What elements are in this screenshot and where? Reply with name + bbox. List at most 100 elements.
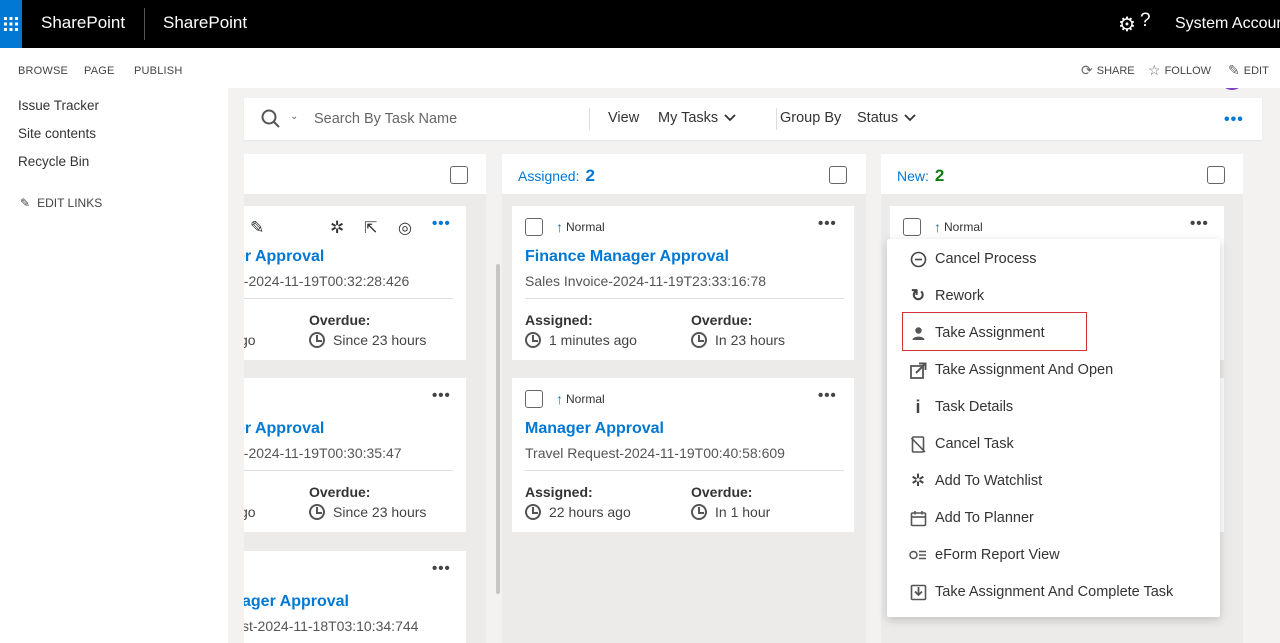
task-title[interactable]: er Approval (244, 248, 324, 266)
edit-links-button[interactable]: ✎ EDIT LINKS (20, 196, 102, 210)
task-card[interactable]: ↑ Normal ••• Manager Approval Travel Req… (512, 378, 854, 532)
assigned-label: Assigned: (525, 484, 593, 500)
card-checkbox[interactable] (525, 390, 543, 408)
edit-button[interactable]: ✎ EDIT (1228, 62, 1269, 79)
menu-item-eform-report-view[interactable]: eForm Report View (887, 537, 1220, 573)
edit-icon[interactable]: ✎ (250, 218, 264, 238)
more-options-button[interactable]: ••• (1224, 111, 1244, 129)
menu-item-label: Cancel Task (935, 436, 1014, 452)
card-checkbox[interactable] (903, 218, 921, 236)
menu-item-task-details[interactable]: i Task Details (887, 389, 1220, 425)
card-more-button[interactable]: ••• (432, 560, 451, 577)
assigned-value: 22 hours ago (525, 504, 631, 520)
overdue-value: In 23 hours (691, 332, 785, 348)
task-card[interactable]: ••• ager Approval st-2024-11-18T03:10:34… (244, 551, 466, 643)
brand-divider (144, 8, 145, 40)
suite-bar: SharePoint SharePoint ⚙ ? System Account (0, 0, 1280, 48)
toolbar-divider (589, 108, 590, 130)
task-card[interactable]: ✎ ✲ ⇱ ◎ ••• er Approval n-2024-11-19T00:… (244, 206, 466, 360)
overdue-text: Since 23 hours (333, 332, 427, 348)
task-subtitle: n-2024-11-19T00:32:28:426 (244, 273, 410, 289)
menu-item-cancel-process[interactable]: Cancel Process (887, 241, 1220, 277)
menu-item-add-to-planner[interactable]: Add To Planner (887, 500, 1220, 536)
menu-item-label: Task Details (935, 399, 1014, 415)
card-more-button[interactable]: ••• (432, 215, 451, 232)
menu-item-take-assignment-open[interactable]: Take Assignment And Open (887, 352, 1220, 388)
arrow-up-icon: ↑ (556, 391, 563, 407)
card-more-button[interactable]: ••• (818, 387, 837, 404)
column-count: 2 (585, 166, 595, 185)
card-more-button[interactable]: ••• (432, 387, 451, 404)
view-dropdown[interactable]: My Tasks (658, 110, 736, 126)
task-card[interactable]: ↑ Normal ••• Finance Manager Approval Sa… (512, 206, 854, 360)
card-more-button[interactable]: ••• (818, 215, 837, 232)
left-navigation: Issue Tracker Site contents Recycle Bin … (0, 88, 228, 643)
column-label: Assigned: (518, 168, 580, 184)
task-context-menu: Cancel Process ↻ Rework Take Assignment … (887, 239, 1220, 617)
cancel-task-icon (909, 435, 927, 453)
clock-icon (691, 504, 707, 520)
complete-task-icon (909, 583, 927, 601)
column-select-checkbox[interactable] (450, 166, 468, 184)
priority-label: Normal (566, 220, 605, 234)
column-title: Assigned: 2 (518, 166, 595, 186)
chevron-down-icon (904, 114, 916, 122)
menu-item-add-to-watchlist[interactable]: ✲ Add To Watchlist (887, 463, 1220, 499)
task-title[interactable]: ager Approval (244, 593, 349, 611)
suite-brand[interactable]: SharePoint (41, 13, 125, 33)
share-label: SHARE (1096, 64, 1135, 77)
column-select-checkbox[interactable] (829, 166, 847, 184)
nav-link-issue-tracker[interactable]: Issue Tracker (18, 98, 99, 113)
column-header: Assigned: 2 (502, 154, 866, 194)
column-select-checkbox[interactable] (1207, 166, 1225, 184)
menu-item-take-assignment-complete[interactable]: Take Assignment And Complete Task (887, 574, 1220, 610)
menu-item-cancel-task[interactable]: Cancel Task (887, 426, 1220, 462)
watch-icon[interactable]: ✲ (330, 218, 344, 238)
assigned-value: go (244, 332, 256, 348)
app-launcher-button[interactable] (0, 0, 22, 48)
help-icon[interactable]: ? (1140, 10, 1151, 32)
chevron-down-icon (724, 114, 736, 122)
nav-link-site-contents[interactable]: Site contents (18, 126, 96, 141)
watch-icon: ✲ (910, 471, 926, 490)
task-subtitle: Sales Invoice-2024-11-19T23:33:16:78 (525, 273, 767, 289)
task-card[interactable]: ••• er Approval n-2024-11-19T00:30:35:47… (244, 378, 466, 532)
overdue-text: Since 23 hours (333, 504, 427, 520)
task-title[interactable]: Manager Approval (525, 420, 664, 438)
card-checkbox[interactable] (525, 218, 543, 236)
card-divider (525, 470, 844, 471)
ribbon-tab-browse[interactable]: BROWSE (18, 65, 68, 77)
take-assignment-icon[interactable]: ◎ (398, 218, 412, 238)
task-title[interactable]: er Approval (244, 420, 324, 438)
group-by-dropdown[interactable]: Status (857, 110, 916, 126)
ribbon-tab-page[interactable]: PAGE (84, 65, 115, 77)
ribbon-tab-publish[interactable]: PUBLISH (134, 65, 182, 77)
user-account[interactable]: System Account (1175, 15, 1280, 33)
ribbon: BROWSE PAGE PUBLISH ⟳ SHARE ☆ FOLLOW ✎ E… (0, 48, 1280, 88)
priority-label: Normal (566, 392, 605, 406)
assigned-value: go (244, 504, 256, 520)
column-scrollbar[interactable] (496, 264, 500, 594)
gear-icon[interactable]: ⚙ (1118, 12, 1136, 37)
priority-badge: ↑ Normal (556, 219, 605, 235)
chevron-down-icon[interactable]: ⌄ (290, 111, 298, 122)
overdue-label: Overdue: (309, 484, 371, 500)
task-subtitle: st-2024-11-18T03:10:34:744 (244, 618, 419, 634)
site-title[interactable]: SharePoint (163, 13, 247, 33)
task-title[interactable]: Finance Manager Approval (525, 248, 729, 266)
open-external-icon[interactable]: ⇱ (364, 218, 377, 238)
minus-circle-icon (909, 250, 927, 268)
card-more-button[interactable]: ••• (1190, 215, 1209, 232)
follow-button[interactable]: ☆ FOLLOW (1148, 62, 1211, 79)
search-input[interactable] (314, 106, 584, 132)
avatar[interactable] (1220, 88, 1244, 90)
nav-link-recycle-bin[interactable]: Recycle Bin (18, 154, 89, 169)
menu-item-label: eForm Report View (935, 547, 1060, 563)
menu-item-rework[interactable]: ↻ Rework (887, 278, 1220, 314)
open-external-icon (909, 361, 927, 379)
overdue-value: Since 23 hours (309, 504, 426, 520)
overdue-value: In 1 hour (691, 504, 770, 520)
share-button[interactable]: ⟳ SHARE (1081, 62, 1135, 79)
search-icon[interactable] (260, 108, 282, 130)
overdue-text: In 1 hour (715, 504, 771, 520)
